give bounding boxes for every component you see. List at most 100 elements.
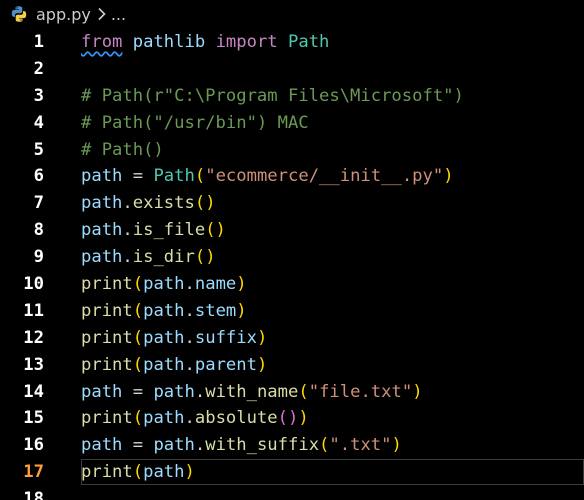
code-token: ): [256, 327, 268, 348]
code-line[interactable]: 6 path = Path("ecommerce/__init__.py"): [0, 163, 584, 190]
code-line[interactable]: 11 print(path.stem): [0, 298, 584, 325]
code-line[interactable]: 7 path.exists(): [0, 190, 584, 217]
line-number: 7: [33, 193, 44, 214]
code-token: absolute: [194, 408, 278, 429]
breadcrumb-trail[interactable]: ...: [111, 5, 126, 24]
line-number: 16: [23, 435, 44, 456]
line-content: print(path.parent): [81, 352, 267, 379]
code-line[interactable]: 12 print(path.suffix): [0, 325, 584, 352]
line-number: 17: [23, 462, 44, 483]
code-token: path: [81, 435, 123, 456]
code-token: pathlib: [132, 32, 206, 52]
chevron-right-icon: [97, 7, 107, 21]
code-token: path: [81, 166, 123, 187]
line-content: path = path.with_suffix(".txt"): [81, 432, 402, 459]
code-token: (: [132, 462, 144, 483]
code-token: .: [184, 327, 195, 348]
code-token: ): [298, 408, 309, 429]
code-token: path: [143, 327, 185, 348]
code-token: # Path(): [81, 139, 164, 160]
line-number: 5: [33, 139, 44, 160]
line-number: 6: [33, 166, 44, 187]
code-token: ): [236, 300, 247, 321]
code-line[interactable]: 1 from pathlib import Path: [0, 29, 584, 56]
line-number: 15: [23, 408, 44, 429]
code-line[interactable]: 13 print(path.parent): [0, 352, 584, 379]
line-content: print(path.name): [81, 271, 247, 298]
code-line[interactable]: 16 path = path.with_suffix(".txt"): [0, 432, 584, 459]
code-token: ): [256, 354, 268, 375]
line-number: 12: [23, 327, 44, 348]
code-line[interactable]: 9 path.is_dir(): [0, 244, 584, 271]
code-token: path: [143, 274, 185, 295]
code-token: (): [194, 247, 216, 268]
code-token: (: [132, 408, 144, 429]
line-content: print(path): [81, 459, 195, 486]
code-token: print: [81, 408, 133, 429]
code-token: from: [81, 32, 123, 52]
code-token: stem: [194, 300, 237, 321]
code-token: ): [412, 381, 423, 402]
code-token: path: [143, 462, 185, 483]
line-content: # Path("/usr/bin") MAC: [81, 110, 309, 137]
line-number: 11: [23, 300, 44, 321]
code-token: (: [298, 381, 309, 402]
code-token: print: [81, 354, 133, 375]
code-token: with_suffix: [205, 435, 320, 456]
code-area[interactable]: 1 from pathlib import Path 2 3 # Path(r"C:\P…: [0, 29, 584, 500]
code-token: path: [143, 408, 185, 429]
code-token: (: [194, 166, 206, 187]
code-line[interactable]: 8 path.is_file(): [0, 217, 584, 244]
code-token: suffix: [194, 327, 257, 348]
code-token: print: [81, 462, 133, 483]
code-token: is_dir: [132, 247, 195, 268]
code-token: (: [319, 435, 330, 456]
code-token: path: [143, 354, 185, 375]
code-token: path: [153, 381, 195, 402]
code-token: .: [194, 435, 206, 456]
code-line[interactable]: 2: [0, 56, 584, 83]
line-content: path.exists(): [81, 190, 216, 217]
code-line[interactable]: 17 print(path): [0, 459, 584, 486]
code-editor[interactable]: app.py ... 1 from pathlib import Path 2 3 # …: [0, 0, 584, 500]
line-content: path = Path("ecommerce/__init__.py"): [81, 163, 454, 190]
code-token: # Path(r"C:\Program Files\Microsoft"): [81, 85, 464, 106]
code-token: .: [184, 354, 195, 375]
code-token: parent: [194, 354, 257, 375]
line-number: 1: [33, 32, 44, 52]
code-token: print: [81, 274, 133, 295]
code-token: .: [184, 408, 195, 429]
code-token: (: [132, 354, 144, 375]
code-token: exists: [132, 193, 195, 214]
code-line[interactable]: 4 # Path("/usr/bin") MAC: [0, 110, 584, 137]
code-token: ): [236, 274, 247, 295]
code-token: .: [184, 300, 195, 321]
python-icon: [10, 5, 28, 23]
line-content: # Path(r"C:\Program Files\Microsoft"): [81, 83, 464, 110]
code-token: ".txt": [329, 435, 392, 456]
breadcrumb-file[interactable]: app.py: [36, 5, 91, 24]
code-token: .: [122, 247, 133, 268]
code-token: =: [122, 381, 154, 402]
line-content: print(path.suffix): [81, 325, 267, 352]
code-token: path: [81, 381, 123, 402]
code-token: path: [81, 220, 123, 241]
code-token: is_file: [132, 220, 206, 241]
code-token: "ecommerce/__init__.py": [205, 166, 444, 187]
line-content: # Path(): [81, 137, 164, 164]
code-token: .: [194, 381, 206, 402]
code-token: (): [277, 408, 299, 429]
code-token: .: [122, 220, 133, 241]
code-line[interactable]: 18: [0, 486, 584, 500]
line-number: 14: [23, 381, 44, 402]
code-token: name: [194, 274, 237, 295]
line-number: 3: [33, 85, 44, 106]
code-line[interactable]: 14 path = path.with_name("file.txt"): [0, 379, 584, 406]
code-line[interactable]: 5 # Path(): [0, 137, 584, 164]
code-line[interactable]: 15 print(path.absolute()): [0, 405, 584, 432]
code-line[interactable]: 10 print(path.name): [0, 271, 584, 298]
code-line[interactable]: 3 # Path(r"C:\Program Files\Microsoft"): [0, 83, 584, 110]
code-token: print: [81, 327, 133, 348]
